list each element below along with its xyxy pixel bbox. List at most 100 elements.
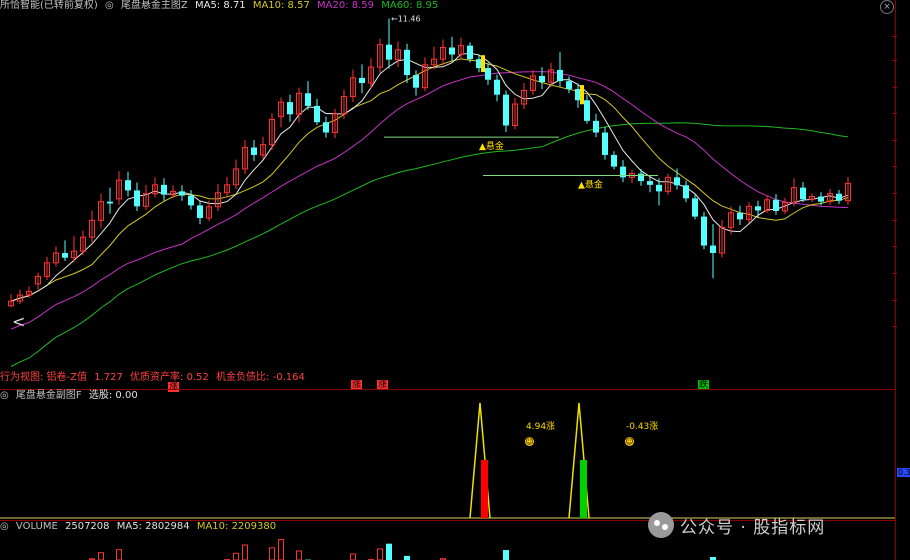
axis-tick — [893, 36, 897, 37]
volume-ma10: MA10: 2209380 — [196, 521, 277, 532]
circle-icon: ◎ — [0, 390, 9, 401]
wechat-icon — [648, 512, 674, 538]
candle-body — [197, 205, 203, 218]
smiley-icon: ☺ — [625, 437, 634, 446]
axis-tick — [893, 166, 897, 167]
axis-tick — [893, 326, 897, 327]
candle-body — [503, 94, 509, 126]
candle-body — [188, 195, 194, 206]
price-high-label: ←11.46 — [391, 15, 421, 24]
main-indicator-name[interactable]: 尾盘悬金主图Z — [121, 0, 188, 11]
candle-body — [494, 79, 500, 95]
candle-body — [683, 185, 689, 199]
candle-body — [305, 93, 311, 106]
info-z: 1.727 — [94, 372, 123, 383]
candle-body — [773, 199, 779, 211]
volume-bar — [503, 550, 509, 560]
candle-body — [818, 196, 824, 202]
signal-bar — [580, 85, 584, 105]
candle-body — [314, 105, 320, 123]
right-axis-divider — [895, 0, 896, 560]
candle-body — [485, 68, 491, 80]
candlestick-chart[interactable]: ←11.46 ▲悬金 ▲悬金 — [0, 12, 895, 367]
volume-bar — [296, 550, 302, 560]
volume-value: 2507208 — [64, 521, 110, 532]
axis-tick — [893, 220, 897, 221]
volume-bar — [350, 553, 356, 560]
signal-label: ▲悬金 — [578, 178, 603, 190]
candle-body — [404, 49, 410, 76]
info-row: 行为视图: 铝卷-Z值 1.727 优质资产率: 0.52 机金负债比: -0.… — [0, 372, 309, 384]
axis-tick — [893, 193, 897, 194]
watermark-text: 公众号 · 股指标网 — [680, 517, 826, 538]
sub-indicator-name[interactable]: 尾盘悬金副图F — [16, 390, 82, 401]
axis-tick — [893, 140, 897, 141]
sub-annotation-1: 4.94涨 — [526, 422, 556, 432]
sub-bar-green — [580, 460, 587, 518]
candle-body — [647, 181, 653, 185]
axis-tick — [893, 87, 897, 88]
right-value-label: 0.38 — [897, 468, 910, 477]
candle-body — [557, 69, 563, 82]
volume-bar — [404, 555, 410, 560]
axis-tick — [893, 300, 897, 301]
candle-body — [251, 147, 257, 155]
candle-body — [755, 206, 761, 211]
axis-tick — [893, 273, 897, 274]
candle-body — [566, 81, 572, 90]
candle-body — [674, 177, 680, 186]
volume-bar — [242, 544, 248, 560]
candle-body — [107, 201, 113, 204]
sub-chart-header: ◎ 尾盘悬金副图F 选股: 0.00 — [0, 390, 142, 402]
candle-body — [656, 184, 662, 192]
axis-tick — [893, 113, 897, 114]
ma20-readout: MA20: 8.59 — [317, 0, 375, 11]
sub-indicator-value: 选股: 0.00 — [88, 390, 138, 401]
ma10-line — [10, 58, 849, 302]
candle-body — [584, 100, 590, 121]
candle-body — [359, 77, 365, 83]
circle-icon: ◎ — [105, 0, 114, 11]
candle-body — [449, 47, 455, 55]
ma5-line — [10, 52, 849, 302]
candle-body — [125, 180, 131, 191]
candle-body — [737, 212, 743, 220]
candle-body — [611, 154, 617, 167]
marker-up: 涨 — [168, 382, 180, 392]
sub-bar-red — [481, 460, 488, 518]
signal-label: ▲悬金 — [479, 140, 504, 152]
ma60-readout: MA60: 8.95 — [381, 0, 439, 11]
candle-body — [134, 190, 140, 207]
candle-body — [701, 216, 707, 246]
axis-tick — [893, 60, 897, 61]
candle-body — [386, 44, 392, 60]
window-close-icon[interactable]: × — [880, 0, 894, 14]
sub-indicator-chart[interactable] — [0, 402, 895, 520]
ma5-readout: MA5: 8.71 — [194, 0, 246, 11]
volume-bar — [269, 547, 275, 560]
candle-body — [593, 120, 599, 133]
stock-title[interactable]: 所恰智能(已转前复权) — [0, 0, 98, 11]
chevron-left-icon[interactable]: < — [12, 312, 25, 331]
signal-bar — [481, 55, 485, 73]
candle-body — [179, 191, 185, 196]
sub-annotation-2: -0.43涨 — [626, 422, 659, 432]
volume-ma5: MA5: 2802984 — [116, 521, 190, 532]
candle-body — [602, 132, 608, 155]
info-title: 行为视图: 铝卷-Z值 — [0, 372, 88, 383]
smiley-icon: ☺ — [525, 437, 534, 446]
ma10-readout: MA10: 8.57 — [252, 0, 310, 11]
volume-header: ◎ VOLUME 2507208 MA5: 2802984 MA10: 2209… — [0, 521, 280, 533]
candle-body — [710, 245, 716, 254]
candle-body — [539, 75, 545, 83]
candle-body — [638, 173, 644, 182]
main-chart-header: 所恰智能(已转前复权) ◎ 尾盘悬金主图Z MA5: 8.71 MA10: 8.… — [0, 0, 442, 12]
volume-name[interactable]: VOLUME — [16, 521, 58, 532]
volume-bar — [233, 552, 239, 560]
volume-bar — [377, 548, 383, 560]
candle-body — [413, 75, 419, 88]
candle-body — [836, 193, 842, 201]
circle-icon: ◎ — [0, 521, 9, 532]
watermark: 公众号 · 股指标网 — [648, 512, 825, 538]
candle-body — [800, 187, 806, 200]
